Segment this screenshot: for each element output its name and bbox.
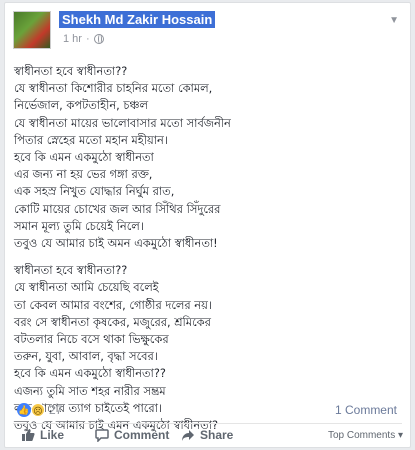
post-time[interactable]: 1 hr xyxy=(63,33,82,45)
post-line: সমান মূল্য তুমি চেয়েই নিলে। xyxy=(14,218,144,233)
post-line: তা কেবল আমার বংশের, গোষ্ঠীর দলের নয়। xyxy=(14,297,212,312)
top-comments-dropdown[interactable]: Top Comments ▾ xyxy=(328,430,403,441)
post-header: Shekh Md Zakir Hossain 1 hr · ▼ xyxy=(13,9,403,51)
post-line: তরুন, যুবা, আবাল, বৃদ্ধা সবের। xyxy=(14,349,158,364)
chevron-down-icon[interactable]: ▼ xyxy=(389,15,399,26)
post-line: যে স্বাধীনতা আমি চেয়েছি বলেই xyxy=(14,280,159,295)
post-line: কোটি মায়ের চোখের জল আর সিঁথির সিঁদুরের xyxy=(14,201,221,216)
globe-icon[interactable] xyxy=(93,34,104,44)
post-card: Shekh Md Zakir Hossain 1 hr · ▼ স্বাধীনত… xyxy=(4,2,411,448)
share-button[interactable]: Share xyxy=(181,428,233,442)
post-paragraph: স্বাধীনতা হবে স্বাধীনতা?? যে স্বাধীনতা কি… xyxy=(14,63,404,252)
comment-label: Comment xyxy=(114,428,170,442)
post-line: বরং সে স্বাধীনতা কৃষকের, মজুরের, শ্রমিকে… xyxy=(14,314,211,329)
share-label: Share xyxy=(200,428,234,442)
reaction-count[interactable]: 27 xyxy=(49,403,62,417)
comments-count[interactable]: 1 Comment xyxy=(335,403,397,417)
like-label: Like xyxy=(40,428,65,442)
post-line: পিতার স্নেহের মতো মহান মহীয়ান। xyxy=(14,132,168,147)
action-bar: Like Comment Share Top Comments ▾ xyxy=(13,428,405,446)
post-line: এজন্য তুমি সাত শহর নারীর সম্ভ্রম xyxy=(14,383,166,398)
reactions-bar: 👍 ☹ 27 1 Comment xyxy=(13,403,405,419)
post-line: হবে কি এমন একমুঠো স্বাধীনতা?? xyxy=(14,366,166,381)
post-line: যে স্বাধীনতা মায়ের ভালোবাসার মতো সার্বজ… xyxy=(14,115,231,130)
thumbs-up-icon xyxy=(22,429,35,441)
like-button[interactable]: Like xyxy=(21,428,64,442)
post-line: হবে কি এমন একমুঠো স্বাধীনতা xyxy=(14,150,154,165)
comment-button[interactable]: Comment xyxy=(95,428,169,442)
post-line: যে স্বাধীনতা কিশোরীর চাহনির মতো কোমল, xyxy=(14,81,213,96)
post-line: নির্ভেজাল, কপটতাহীন, চঞ্চল xyxy=(14,98,148,113)
post-line: এক সহস্র নিখুত যোদ্ধার নির্ঘুম রাত, xyxy=(14,184,175,199)
post-text: স্বাধীনতা হবে স্বাধীনতা?? যে স্বাধীনতা কি… xyxy=(14,63,404,434)
post-line: বটতলার নিচে বসে থাকা ভিক্ষুকের xyxy=(14,332,169,347)
post-line: স্বাধীনতা হবে স্বাধীনতা?? xyxy=(14,263,128,278)
post-line: এর জন্য না হয় ভের গঙ্গা রক্ত, xyxy=(14,167,153,182)
avatar[interactable] xyxy=(13,11,51,49)
like-icon: 👍 xyxy=(17,403,31,417)
share-icon xyxy=(182,430,194,441)
sad-icon: ☹ xyxy=(31,403,45,417)
post-line: স্বাধীনতা হবে স্বাধীনতা?? xyxy=(14,64,128,78)
post-line: তবুও যে আমার চাই অমন একমুঠো স্বাধীনতা! xyxy=(14,236,218,251)
post-meta: 1 hr · xyxy=(63,33,104,45)
reaction-summary[interactable]: 👍 ☹ 27 xyxy=(17,403,62,417)
comment-icon xyxy=(95,429,109,442)
divider xyxy=(13,423,402,424)
author-name[interactable]: Shekh Md Zakir Hossain xyxy=(59,11,216,28)
